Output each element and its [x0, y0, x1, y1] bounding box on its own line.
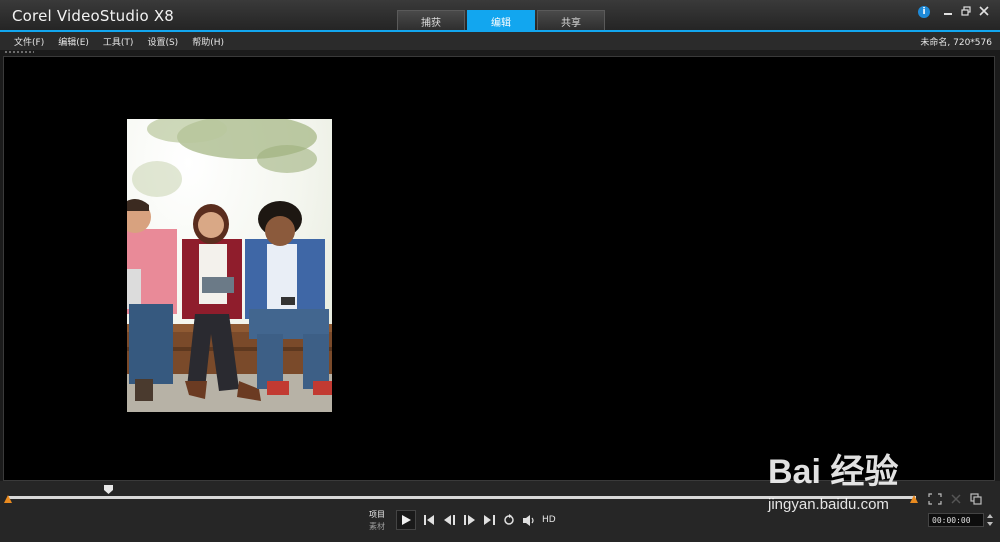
volume-button[interactable] — [522, 513, 536, 527]
prev-frame-button[interactable] — [442, 513, 456, 527]
app-title: Corel VideoStudio X8 — [12, 7, 175, 25]
hd-toggle[interactable]: HD — [542, 515, 556, 525]
menu-tools[interactable]: 工具(T) — [103, 35, 134, 48]
minimize-icon[interactable] — [942, 6, 954, 18]
crop-icon[interactable] — [928, 493, 942, 505]
close-icon[interactable] — [978, 6, 990, 18]
scrubber-track[interactable] — [8, 496, 916, 499]
mode-clip-label[interactable]: 素材 — [369, 521, 385, 532]
next-frame-icon — [463, 515, 475, 525]
expand-icon[interactable] — [950, 493, 962, 505]
play-button[interactable] — [396, 510, 416, 530]
menu-settings[interactable]: 设置(S) — [147, 35, 178, 48]
repeat-icon — [504, 514, 514, 525]
workspace-tabs: 捕获 编辑 共享 — [397, 10, 605, 31]
playback-controls: HD — [396, 510, 556, 530]
repeat-button[interactable] — [502, 513, 516, 527]
end-icon — [483, 515, 495, 525]
play-icon — [402, 515, 411, 525]
menu-bar: 文件(F) 编辑(E) 工具(T) 设置(S) 帮助(H) 未命名, 720*5… — [0, 32, 1000, 50]
panel-grip[interactable] — [4, 50, 34, 54]
title-bar: Corel VideoStudio X8 捕获 编辑 共享 i — [0, 0, 1000, 32]
restore-icon[interactable] — [960, 6, 972, 18]
tab-edit[interactable]: 编辑 — [467, 10, 535, 31]
tab-capture[interactable]: 捕获 — [397, 10, 465, 31]
menu-edit[interactable]: 编辑(E) — [58, 35, 89, 48]
duplicate-icon[interactable] — [970, 493, 982, 505]
timecode-spinner[interactable] — [986, 513, 994, 527]
tab-share[interactable]: 共享 — [537, 10, 605, 31]
right-tools — [928, 493, 982, 505]
menu-help[interactable]: 帮助(H) — [192, 35, 224, 48]
menu-items: 文件(F) 编辑(E) 工具(T) 设置(S) 帮助(H) — [14, 35, 224, 48]
menu-file[interactable]: 文件(F) — [14, 35, 44, 48]
timecode-field[interactable]: 00:00:00 — [928, 513, 984, 527]
project-info: 未命名, 720*576 — [920, 38, 992, 48]
scrubber-handle[interactable] — [104, 485, 113, 494]
next-frame-button[interactable] — [462, 513, 476, 527]
preview-window[interactable] — [3, 56, 995, 481]
mark-out-marker[interactable] — [910, 495, 918, 503]
mode-project-label[interactable]: 项目 — [369, 509, 385, 520]
home-button[interactable] — [422, 513, 436, 527]
window-controls: i — [918, 6, 990, 18]
mark-in-marker[interactable] — [4, 495, 12, 503]
prev-frame-icon — [443, 515, 455, 525]
volume-icon — [522, 514, 534, 526]
end-button[interactable] — [482, 513, 496, 527]
preview-image — [127, 119, 332, 412]
home-icon — [423, 515, 434, 525]
info-icon[interactable]: i — [918, 6, 930, 18]
